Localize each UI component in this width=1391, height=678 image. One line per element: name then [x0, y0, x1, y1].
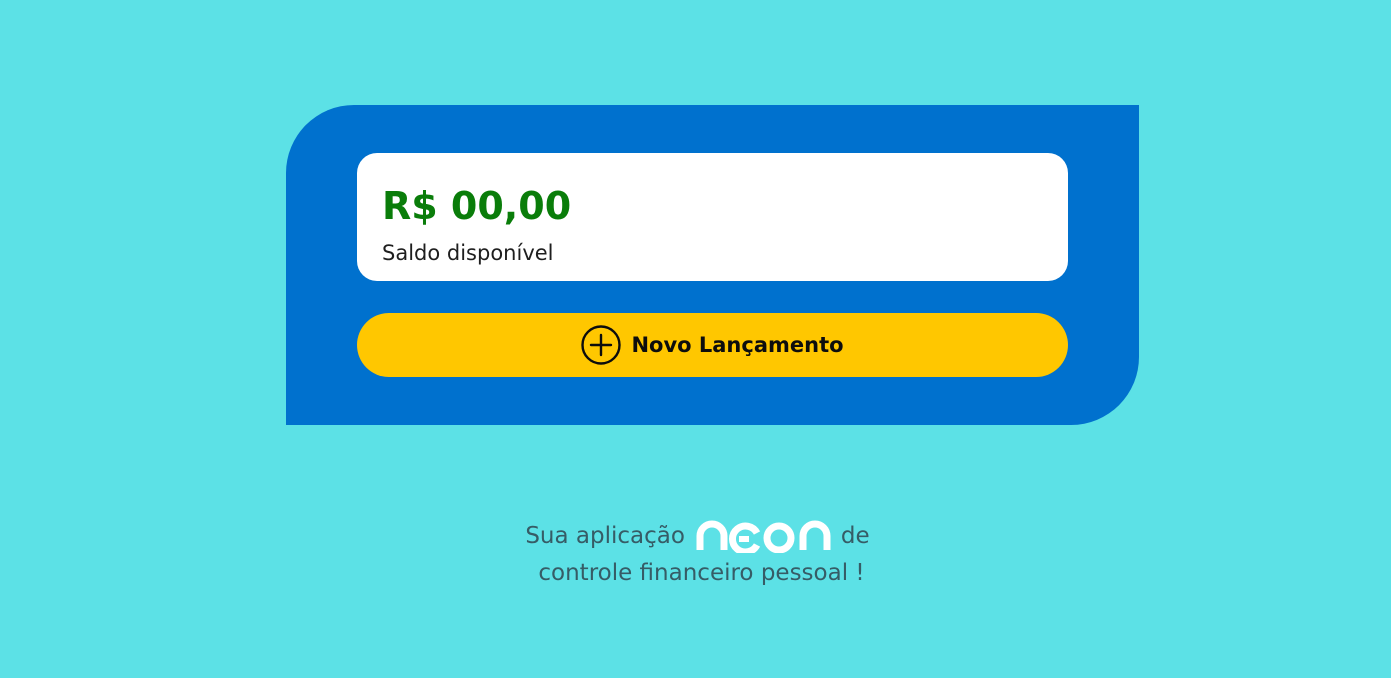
balance-panel: R$ 00,00 Saldo disponível Novo Lançament… — [286, 105, 1139, 425]
balance-label: Saldo disponível — [382, 241, 554, 265]
tagline-line-2: controle financeiro pessoal ! — [538, 560, 865, 586]
neon-logo-text: neon — [835, 519, 836, 520]
new-entry-label: Novo Lançamento — [631, 333, 844, 357]
balance-amount: R$ 00,00 — [382, 184, 572, 228]
tagline-line-1: Sua aplicação neon de — [0, 516, 1391, 556]
neon-logo: neon — [695, 519, 836, 556]
new-entry-button[interactable]: Novo Lançamento — [357, 313, 1068, 377]
tagline-prefix: Sua aplicação — [525, 523, 685, 549]
tagline-suffix: de — [840, 523, 870, 549]
tagline: Sua aplicação neon de controle financeir… — [0, 516, 1391, 590]
plus-circle-icon — [581, 325, 622, 365]
balance-card: R$ 00,00 Saldo disponível — [357, 153, 1068, 281]
